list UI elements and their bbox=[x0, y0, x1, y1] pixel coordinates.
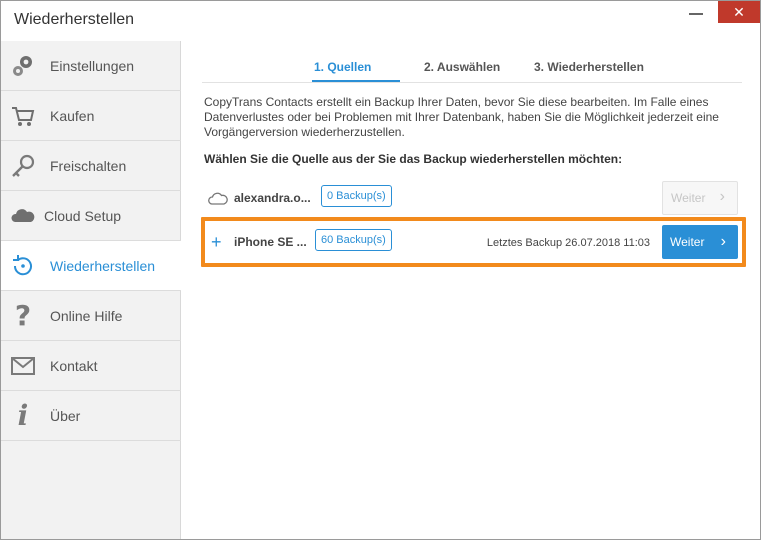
source-name: alexandra.o... bbox=[234, 191, 311, 205]
description-text: CopyTrans Contacts erstellt ein Backup I… bbox=[204, 95, 719, 139]
minimize-icon bbox=[689, 13, 703, 15]
sidebar-item-label: Über bbox=[50, 407, 81, 424]
highlight-frame bbox=[201, 217, 746, 267]
sidebar-item-label: Kontakt bbox=[50, 357, 98, 374]
sidebar-item-label: Freischalten bbox=[50, 157, 127, 174]
tab-auswaehlen[interactable]: 2. Auswählen bbox=[424, 60, 500, 74]
sidebar-item-einstellungen[interactable]: Einstellungen bbox=[1, 41, 181, 91]
gears-icon bbox=[10, 53, 36, 79]
sidebar-item-ueber[interactable]: i Über bbox=[1, 391, 181, 441]
source-row-cloud[interactable]: alexandra.o... 0 Backup(s) Weiter › bbox=[204, 181, 742, 215]
app-window: Wiederherstellen ✕ Einstellungen Kaufen … bbox=[0, 0, 761, 540]
tab-quellen[interactable]: 1. Quellen bbox=[314, 60, 371, 74]
cart-icon bbox=[10, 103, 36, 129]
cloud-outline-icon bbox=[208, 189, 228, 207]
sidebar-item-wiederherstellen[interactable]: Wiederherstellen bbox=[1, 241, 181, 291]
active-tab-indicator bbox=[312, 80, 400, 82]
main-content: 1. Quellen 2. Auswählen 3. Wiederherstel… bbox=[182, 41, 760, 539]
tab-wiederherstellen[interactable]: 3. Wiederherstellen bbox=[534, 60, 644, 74]
weiter-label: Weiter bbox=[671, 191, 706, 205]
cloud-icon bbox=[10, 203, 36, 229]
restore-icon bbox=[10, 253, 36, 279]
weiter-button-disabled[interactable]: Weiter › bbox=[662, 181, 738, 215]
title-bar: Wiederherstellen ✕ bbox=[1, 1, 760, 41]
sidebar-item-label: Cloud Setup bbox=[44, 207, 122, 224]
sidebar-item-label: Kaufen bbox=[50, 107, 95, 124]
sidebar-item-label: Einstellungen bbox=[50, 57, 135, 74]
sidebar-item-freischalten[interactable]: Freischalten bbox=[1, 141, 181, 191]
step-tabs: 1. Quellen 2. Auswählen 3. Wiederherstel… bbox=[202, 59, 742, 83]
chevron-right-icon: › bbox=[719, 188, 725, 205]
question-icon: ? bbox=[14, 299, 32, 332]
sidebar-item-label: Wiederherstellen bbox=[50, 257, 156, 274]
window-title: Wiederherstellen bbox=[14, 11, 135, 28]
close-button[interactable]: ✕ bbox=[718, 1, 760, 23]
sidebar-item-cloud-setup[interactable]: Cloud Setup bbox=[1, 191, 181, 241]
key-icon bbox=[10, 153, 36, 179]
envelope-icon bbox=[10, 353, 36, 379]
sidebar-item-kaufen[interactable]: Kaufen bbox=[1, 91, 181, 141]
info-icon: i bbox=[17, 399, 29, 432]
sidebar-item-kontakt[interactable]: Kontakt bbox=[1, 341, 181, 391]
sidebar-item-online-hilfe[interactable]: ? Online Hilfe bbox=[1, 291, 181, 341]
sidebar-item-label: Online Hilfe bbox=[50, 307, 123, 324]
backup-count-badge: 0 Backup(s) bbox=[321, 185, 392, 207]
minimize-button[interactable] bbox=[681, 1, 717, 27]
sidebar: Einstellungen Kaufen Freischalten Cloud … bbox=[1, 41, 181, 539]
source-prompt: Wählen Sie die Quelle aus der Sie das Ba… bbox=[204, 152, 623, 166]
